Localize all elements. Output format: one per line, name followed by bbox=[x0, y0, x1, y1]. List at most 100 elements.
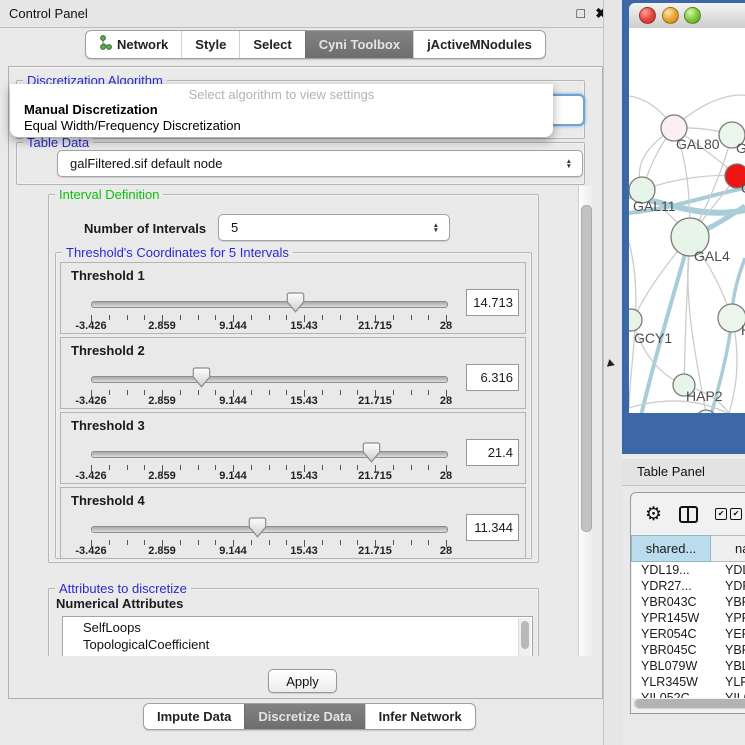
gear-icon[interactable]: ⚙ bbox=[645, 505, 662, 524]
slider-tick bbox=[109, 540, 110, 545]
tab-style-label: Style bbox=[195, 37, 226, 52]
tab-discretize-data[interactable]: Discretize Data bbox=[244, 704, 364, 729]
table-row[interactable]: YPR145WYPR1 bbox=[632, 610, 745, 626]
slider-tick bbox=[127, 540, 128, 545]
table-data-combobox[interactable]: galFiltered.sif default node ▲▼ bbox=[57, 150, 583, 177]
table-row[interactable]: YBR045CYBR0 bbox=[632, 642, 745, 658]
panel-scrollbar-thumb[interactable] bbox=[581, 205, 592, 532]
cell-name: YBL0 bbox=[718, 659, 745, 673]
cell-name: YPR1 bbox=[718, 611, 745, 625]
table-row[interactable]: YBR043CYBR0 bbox=[632, 594, 745, 610]
table-horizontal-scrollbar[interactable] bbox=[634, 699, 745, 709]
tab-select-label: Select bbox=[253, 37, 291, 52]
slider-track[interactable] bbox=[91, 301, 448, 308]
network-node[interactable] bbox=[629, 309, 642, 331]
slider-track[interactable] bbox=[91, 376, 448, 383]
minimize-traffic-light-icon[interactable] bbox=[662, 7, 679, 24]
slider-tick bbox=[322, 390, 323, 395]
list-scrollbar-thumb[interactable] bbox=[521, 621, 529, 649]
checkbox-icon[interactable]: ✔ bbox=[730, 508, 742, 520]
slider-tick bbox=[393, 390, 394, 395]
table-header-row: shared... na bbox=[631, 535, 745, 562]
number-of-intervals-spinner[interactable]: 5 ▲▼ bbox=[218, 214, 450, 241]
cell-name: YDL1 bbox=[718, 563, 745, 577]
table-row[interactable]: YER054CYER0 bbox=[632, 626, 745, 642]
tab-infer-network[interactable]: Infer Network bbox=[365, 704, 475, 729]
slider-tick-label: 2.859 bbox=[148, 320, 176, 332]
checkbox-icon[interactable]: ✔ bbox=[715, 508, 727, 520]
apply-button[interactable]: Apply bbox=[268, 669, 337, 693]
threshold-value-field[interactable]: 11.344 bbox=[466, 514, 519, 541]
network-node-label: GAL80 bbox=[676, 136, 720, 152]
table-toolbar: ⚙ ✔ ✔ bbox=[631, 493, 745, 535]
attribute-list-item[interactable]: BetweennessCentrality bbox=[63, 653, 532, 656]
zoom-traffic-light-icon[interactable] bbox=[684, 7, 701, 24]
tab-jactivemnodules[interactable]: jActiveMNodules bbox=[413, 31, 545, 58]
threshold-row: Threshold 1-3.4262.8599.14415.4321.71528… bbox=[60, 262, 526, 334]
table-panel-title: Table Panel bbox=[637, 464, 705, 479]
column-header-name[interactable]: na bbox=[711, 535, 745, 562]
number-of-intervals-label: Number of Intervals bbox=[84, 215, 206, 241]
slider-track[interactable] bbox=[91, 526, 448, 533]
settings-scroll-area: Interval Definition Number of Intervals … bbox=[12, 186, 578, 656]
tab-network[interactable]: Network bbox=[86, 31, 181, 58]
tab-impute-data[interactable]: Impute Data bbox=[144, 704, 244, 729]
network-node-label: GA bbox=[736, 140, 745, 156]
network-window-titlebar[interactable] bbox=[629, 3, 745, 29]
table-row[interactable]: YDL19...YDL1 bbox=[632, 562, 745, 578]
table-row[interactable]: YBL079WYBL0 bbox=[632, 658, 745, 674]
cell-shared-name: YDL19... bbox=[632, 563, 718, 577]
slider-tick bbox=[322, 540, 323, 545]
cell-shared-name: YDR27... bbox=[632, 579, 718, 593]
tab-select[interactable]: Select bbox=[239, 31, 304, 58]
slider-knob[interactable] bbox=[286, 292, 305, 316]
column-header-shared[interactable]: shared... bbox=[631, 535, 711, 562]
slider-tick bbox=[144, 465, 145, 470]
slider-knob[interactable] bbox=[192, 367, 211, 391]
float-window-icon[interactable]: □ bbox=[577, 5, 585, 21]
slider-tick-label: -3.426 bbox=[75, 320, 106, 332]
slider-tick bbox=[340, 315, 341, 320]
tab-style[interactable]: Style bbox=[181, 31, 239, 58]
dropdown-item[interactable]: Equal Width/Frequency Discretization bbox=[10, 118, 553, 134]
slider-tick bbox=[144, 540, 145, 545]
panel-scrollbar[interactable] bbox=[578, 186, 593, 656]
panel-divider[interactable] bbox=[603, 0, 623, 745]
network-canvas[interactable]: GAL80GACGAL11GAL4GCY1HHAP2 bbox=[629, 28, 745, 413]
slider-tick-label: -3.426 bbox=[75, 395, 106, 407]
split-pane-icon[interactable] bbox=[679, 506, 698, 523]
cell-name: YDR2 bbox=[718, 579, 745, 593]
network-edge[interactable] bbox=[642, 176, 737, 190]
tab-cyni-toolbox[interactable]: Cyni Toolbox bbox=[305, 31, 413, 58]
table-row[interactable]: YIL052CYIL0 bbox=[632, 690, 745, 698]
slider-tick bbox=[127, 465, 128, 470]
tab-infer-network-label: Infer Network bbox=[379, 709, 462, 724]
slider-tick bbox=[428, 540, 429, 545]
slider-tick bbox=[127, 390, 128, 395]
close-traffic-light-icon[interactable] bbox=[639, 7, 656, 24]
slider-track[interactable] bbox=[91, 451, 448, 458]
dropdown-items: Manual DiscretizationEqual Width/Frequen… bbox=[10, 102, 553, 134]
control-panel-titlebar: Control Panel □ ✖ bbox=[0, 0, 617, 28]
slider-knob[interactable] bbox=[362, 442, 381, 466]
attribute-list-item[interactable]: TopologicalCoefficient bbox=[63, 636, 532, 653]
table-horizontal-scrollbar-thumb[interactable] bbox=[636, 700, 745, 708]
slider-tick bbox=[428, 390, 429, 395]
slider-tick bbox=[127, 315, 128, 320]
numerical-attributes-list[interactable]: SelfLoopsTopologicalCoefficientBetweenne… bbox=[62, 616, 533, 656]
attribute-list-item[interactable]: SelfLoops bbox=[63, 619, 532, 636]
slider-tick-label: 2.859 bbox=[148, 395, 176, 407]
table-row[interactable]: YDR27...YDR2 bbox=[632, 578, 745, 594]
threshold-value-field[interactable]: 14.713 bbox=[466, 289, 519, 316]
threshold-value-field[interactable]: 6.316 bbox=[466, 364, 519, 391]
table-body: YDL19...YDL1YDR27...YDR2YBR043CYBR0YPR14… bbox=[632, 562, 745, 698]
threshold-value-field[interactable]: 21.4 bbox=[466, 439, 519, 466]
dropdown-item[interactable]: Manual Discretization bbox=[10, 102, 553, 118]
list-scrollbar[interactable] bbox=[518, 618, 531, 656]
slider-tick-label: 28 bbox=[440, 320, 452, 332]
network-node-label: GAL11 bbox=[633, 198, 676, 214]
threshold-label: Threshold 1 bbox=[71, 268, 145, 283]
slider-tick bbox=[198, 465, 199, 470]
table-row[interactable]: YLR345WYLR3 bbox=[632, 674, 745, 690]
slider-knob[interactable] bbox=[248, 517, 267, 541]
